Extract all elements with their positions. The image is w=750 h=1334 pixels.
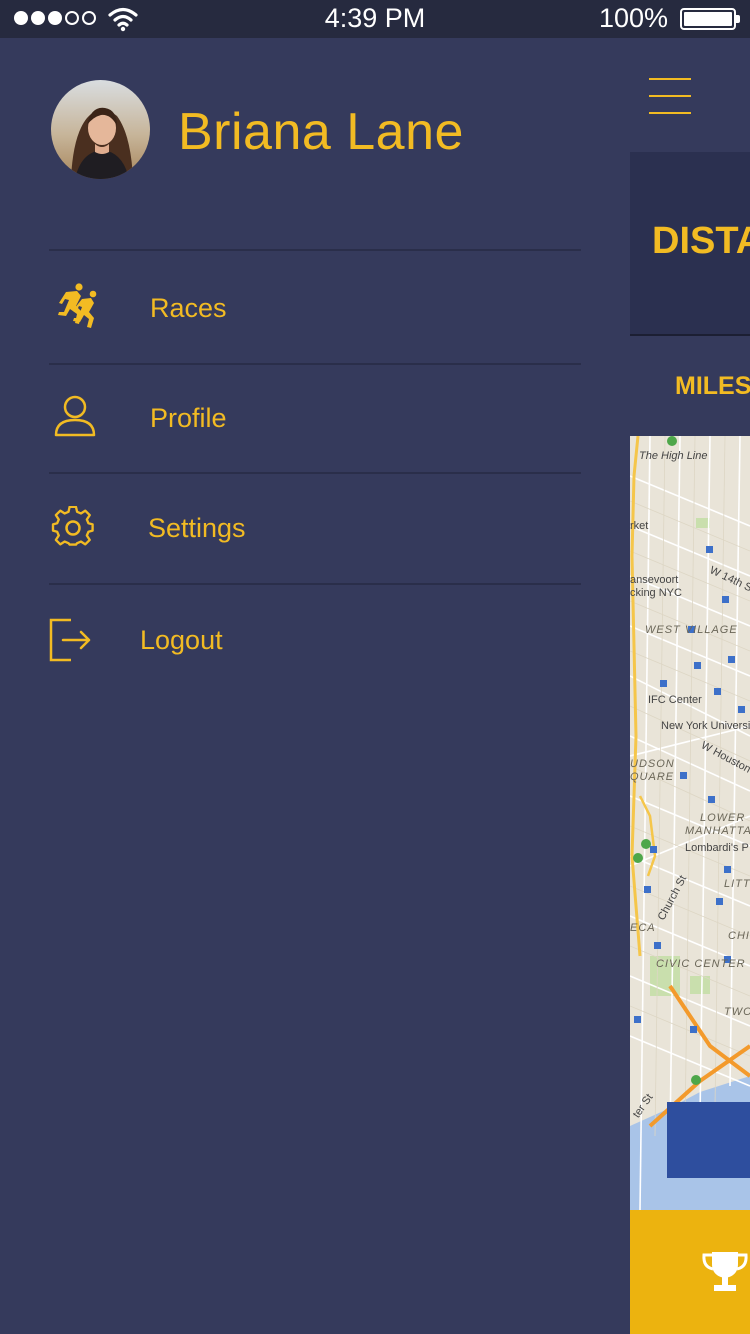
person-icon: [54, 395, 96, 437]
status-bar: 4:39 PM 100%: [0, 0, 750, 38]
map-label: MANHATTA: [685, 825, 750, 837]
nav-bar: [630, 38, 750, 152]
menu-label-profile: Profile: [150, 403, 227, 433]
trophy-icon[interactable]: [700, 1250, 750, 1294]
menu-item-settings[interactable]: Settings: [49, 474, 581, 582]
map-label: New York Universi: [661, 720, 750, 732]
map-label: TWO: [724, 1006, 750, 1018]
map-label: QUARE: [630, 771, 675, 783]
logout-icon: [49, 618, 91, 662]
side-drawer: Briana Lane Races Profile Settings Logou…: [0, 38, 630, 1334]
map[interactable]: The High Line rket ansevoort cking NYC W…: [630, 436, 750, 1210]
map-label: CIVIC CENTER: [656, 958, 746, 970]
map-label: The High Line: [639, 450, 708, 462]
menu-label-races: Races: [150, 293, 227, 323]
user-name: Briana Lane: [178, 103, 464, 161]
map-label: UDSON: [630, 758, 675, 770]
menu-item-races[interactable]: Races: [49, 256, 581, 364]
map-label: Lombardi's P: [685, 842, 749, 854]
menu-item-profile[interactable]: Profile: [49, 365, 581, 473]
map-label: LITTL: [724, 878, 750, 890]
gear-icon: [51, 506, 94, 546]
map-label: cking NYC: [630, 587, 682, 599]
tab-miles[interactable]: MILES: [630, 336, 750, 436]
map-label: ECA: [630, 922, 656, 934]
menu-item-logout[interactable]: Logout: [49, 585, 581, 693]
divider: [49, 249, 581, 251]
tab-miles-label: MILES: [675, 372, 750, 400]
map-label: WEST VILLAGE: [645, 624, 738, 636]
menu-label-logout: Logout: [140, 625, 223, 655]
background-screen[interactable]: DISTA MILES The High Line rket ansevoort…: [630, 38, 750, 1334]
bottom-bar: [630, 1210, 750, 1334]
header-title: DISTA: [652, 220, 750, 262]
menu-label-settings: Settings: [148, 513, 246, 543]
map-label: rket: [630, 520, 649, 532]
battery-icon: [680, 8, 740, 30]
distance-header: DISTA: [630, 152, 750, 336]
hamburger-icon[interactable]: [649, 78, 691, 114]
battery-percent: 100%: [598, 3, 668, 33]
map-action-button[interactable]: [667, 1102, 750, 1178]
avatar[interactable]: [51, 80, 150, 179]
map-label: LOWER: [700, 812, 746, 824]
map-label: IFC Center: [648, 694, 702, 706]
map-label: CHI: [728, 930, 750, 942]
runners-icon: [58, 283, 97, 328]
map-label: ansevoort: [630, 574, 679, 586]
